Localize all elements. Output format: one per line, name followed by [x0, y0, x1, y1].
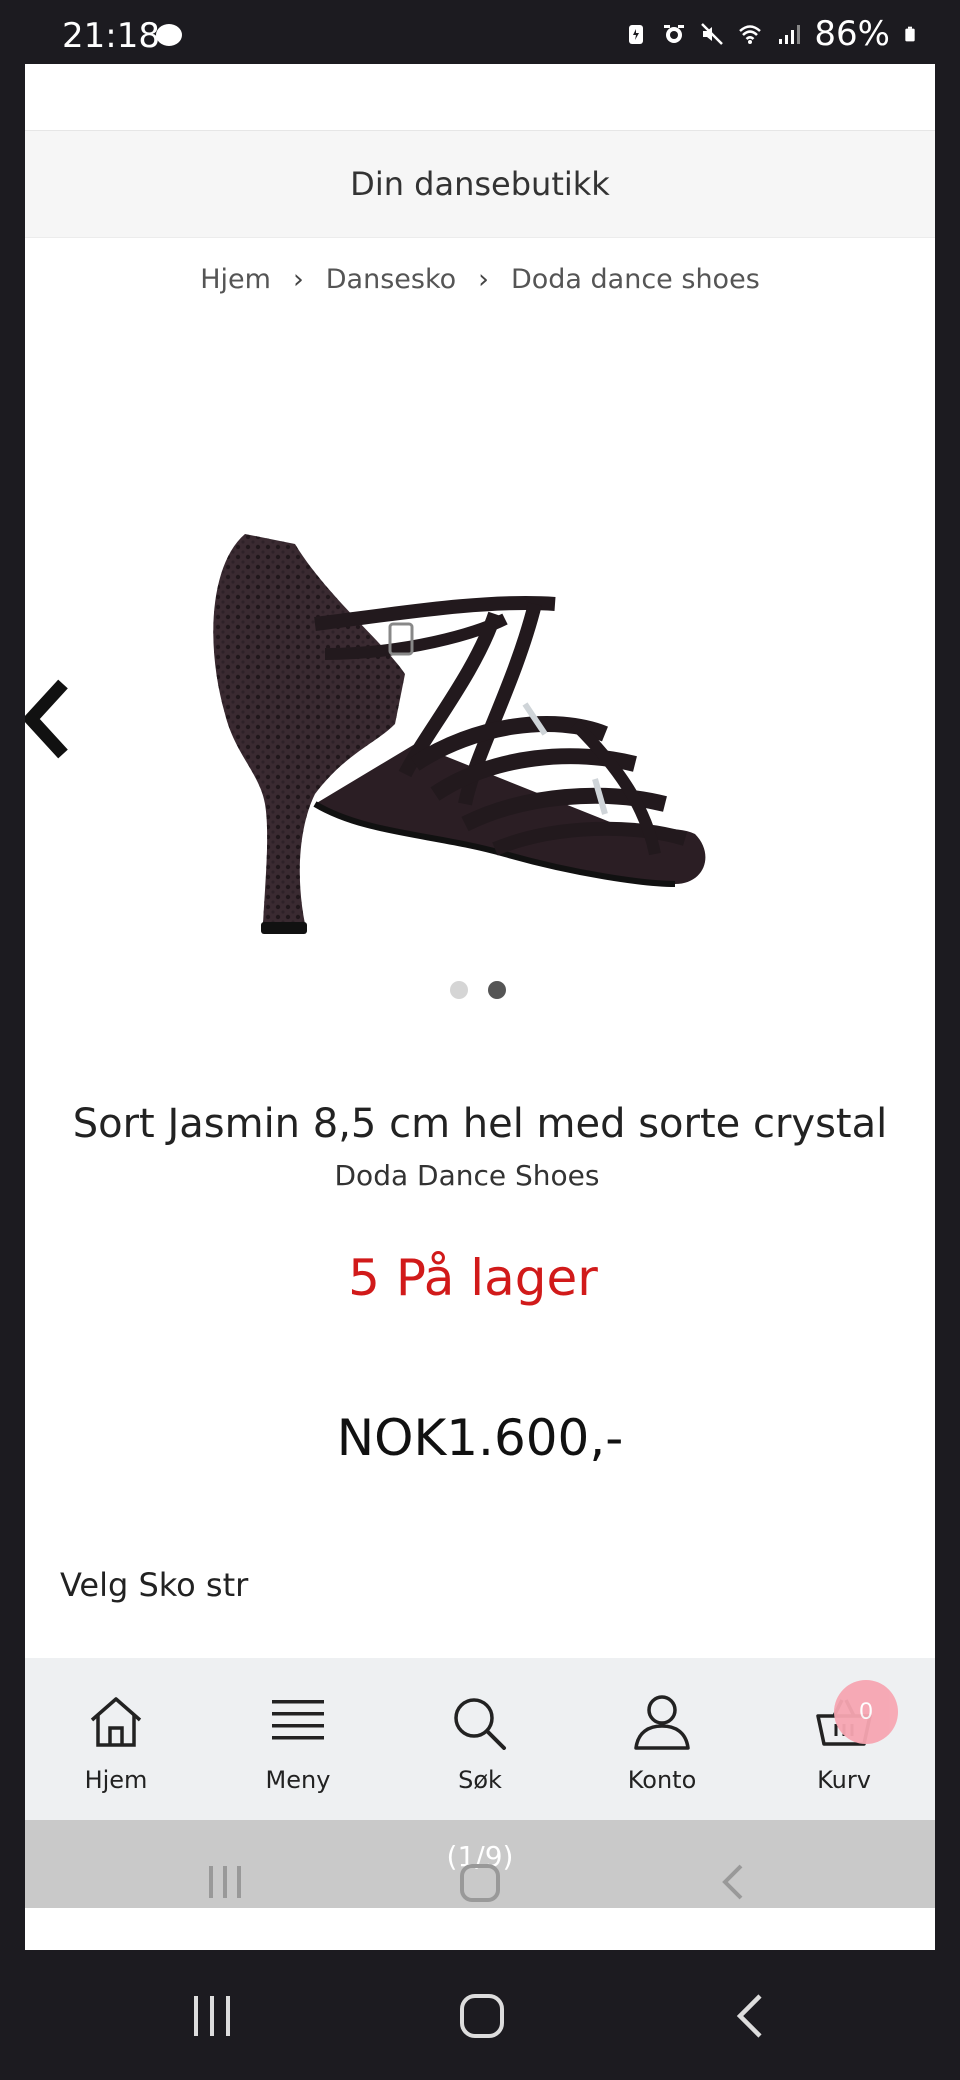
gallery-dot-2[interactable] — [488, 981, 506, 999]
bottom-nav: Hjem Meny Søk Konto 0 Kurv — [25, 1658, 935, 1820]
user-icon — [634, 1695, 690, 1750]
product-brand[interactable]: Doda Dance Shoes — [25, 1159, 935, 1192]
home-icon — [90, 1697, 142, 1747]
gallery-dots — [450, 981, 506, 999]
gallery-dot-1[interactable] — [450, 981, 468, 999]
gallery-prev-arrow-icon[interactable] — [25, 664, 81, 774]
store-banner: Din dansebutikk — [25, 131, 935, 238]
back-ghost-icon — [722, 1864, 743, 1900]
breadcrumb-home[interactable]: Hjem — [200, 264, 271, 295]
web-page: Din dansebutikk Hjem › Dansesko › Doda dance… — [25, 64, 935, 1950]
product-image[interactable] — [175, 504, 805, 1044]
image-viewer-overlay: (1/9) — [25, 1820, 935, 1908]
nav-cart[interactable]: 0 Kurv — [779, 1658, 909, 1794]
chevron-right-icon: › — [478, 264, 489, 295]
stock-status: 5 På lager — [348, 1249, 598, 1307]
product-price: NOK1.600,- — [336, 1409, 624, 1467]
nav-cart-label: Kurv — [817, 1766, 871, 1794]
signal-icon — [779, 25, 801, 44]
wifi-icon — [739, 25, 762, 44]
cart-count-badge: 0 — [834, 1680, 898, 1744]
status-icons: 86% — [624, 14, 920, 54]
battery-saver-icon — [629, 25, 644, 44]
nav-account[interactable]: Konto — [597, 1658, 727, 1794]
breadcrumb-dansesko[interactable]: Dansesko — [326, 264, 456, 295]
recent-apps-ghost-icon — [209, 1866, 241, 1898]
chevron-right-icon: › — [292, 264, 304, 295]
nav-home[interactable]: Hjem — [51, 1658, 181, 1794]
nav-menu[interactable]: Meny — [233, 1658, 363, 1794]
mute-icon — [701, 23, 724, 45]
product-title: Sort Jasmin 8,5 cm hel med sorte crystal — [72, 1101, 888, 1147]
nav-menu-label: Meny — [265, 1766, 331, 1794]
status-time: 21:18 — [62, 16, 160, 56]
status-bar: 21:18 86% — [0, 0, 960, 64]
home-button-icon[interactable] — [458, 1992, 506, 2040]
system-nav-bar — [0, 1950, 960, 2080]
back-button-icon[interactable] — [732, 1992, 768, 2040]
nav-search-label: Søk — [458, 1766, 502, 1794]
battery-percent: 86% — [814, 14, 890, 54]
header-strip — [25, 64, 935, 131]
menu-icon — [272, 1700, 324, 1740]
size-select-label: Velg Sko str — [60, 1566, 249, 1604]
alarm-icon — [664, 25, 685, 43]
recent-apps-icon[interactable] — [190, 1994, 234, 2038]
message-notification-icon — [156, 24, 182, 46]
nav-home-label: Hjem — [84, 1766, 148, 1794]
nav-search[interactable]: Søk — [415, 1658, 545, 1794]
battery-icon — [905, 26, 915, 42]
breadcrumb-doda[interactable]: Doda dance shoes — [511, 264, 760, 295]
home-ghost-icon — [460, 1864, 500, 1902]
search-icon — [454, 1698, 506, 1750]
nav-account-label: Konto — [627, 1766, 697, 1794]
breadcrumb: Hjem › Dansesko › Doda dance shoes — [25, 264, 935, 295]
